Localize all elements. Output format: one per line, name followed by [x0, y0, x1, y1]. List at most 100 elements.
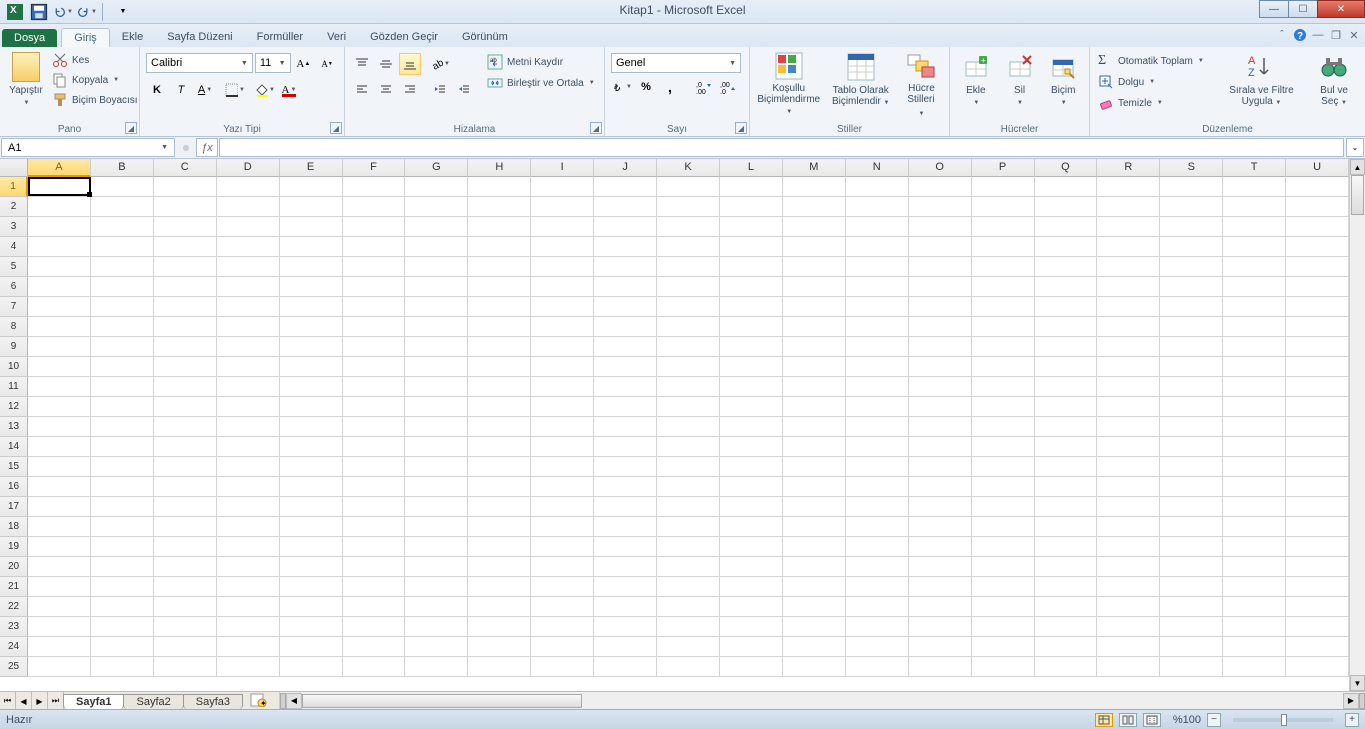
- cell[interactable]: [1286, 297, 1349, 317]
- cell[interactable]: [28, 317, 91, 337]
- cell[interactable]: [594, 217, 657, 237]
- cell[interactable]: [720, 477, 783, 497]
- cell[interactable]: [405, 177, 468, 197]
- cell[interactable]: [280, 277, 343, 297]
- column-header[interactable]: Q: [1035, 159, 1098, 177]
- cell[interactable]: [1160, 457, 1223, 477]
- cell[interactable]: [846, 237, 909, 257]
- cell[interactable]: [91, 217, 154, 237]
- cell[interactable]: [1286, 397, 1349, 417]
- cell[interactable]: [1097, 577, 1160, 597]
- cell[interactable]: [280, 437, 343, 457]
- cell[interactable]: [154, 237, 217, 257]
- cell[interactable]: [154, 197, 217, 217]
- cell[interactable]: [657, 497, 720, 517]
- cell[interactable]: [1223, 397, 1286, 417]
- underline-button[interactable]: A▼: [194, 79, 216, 101]
- cell[interactable]: [972, 537, 1035, 557]
- fill-color-button[interactable]: ▼: [254, 79, 276, 101]
- cell[interactable]: [405, 237, 468, 257]
- cell[interactable]: [28, 277, 91, 297]
- cell[interactable]: [1286, 517, 1349, 537]
- cell[interactable]: [1223, 297, 1286, 317]
- cell[interactable]: [217, 177, 280, 197]
- cell[interactable]: [1286, 337, 1349, 357]
- cell[interactable]: [972, 237, 1035, 257]
- cell[interactable]: [28, 557, 91, 577]
- cell[interactable]: [154, 537, 217, 557]
- align-center-button[interactable]: [375, 78, 397, 100]
- cell[interactable]: [468, 577, 531, 597]
- cell[interactable]: [846, 617, 909, 637]
- cell[interactable]: [909, 397, 972, 417]
- cell[interactable]: [657, 577, 720, 597]
- cell[interactable]: [531, 457, 594, 477]
- cell[interactable]: [1097, 337, 1160, 357]
- cell[interactable]: [1223, 237, 1286, 257]
- cell[interactable]: [468, 497, 531, 517]
- cell[interactable]: [783, 457, 846, 477]
- cell[interactable]: [531, 517, 594, 537]
- cell[interactable]: [154, 617, 217, 637]
- column-header[interactable]: K: [657, 159, 720, 177]
- cell[interactable]: [720, 617, 783, 637]
- normal-view-button[interactable]: [1095, 713, 1113, 727]
- accounting-format-button[interactable]: ₺▼: [611, 76, 633, 98]
- cell[interactable]: [217, 337, 280, 357]
- cell[interactable]: [972, 577, 1035, 597]
- row-header[interactable]: 4: [0, 237, 28, 257]
- row-header[interactable]: 17: [0, 497, 28, 517]
- column-header[interactable]: T: [1223, 159, 1286, 177]
- cell[interactable]: [405, 597, 468, 617]
- cell[interactable]: [1160, 337, 1223, 357]
- row-header[interactable]: 5: [0, 257, 28, 277]
- row-header[interactable]: 16: [0, 477, 28, 497]
- cell[interactable]: [217, 317, 280, 337]
- cell[interactable]: [343, 477, 406, 497]
- cell[interactable]: [405, 517, 468, 537]
- cell[interactable]: [405, 357, 468, 377]
- undo-button[interactable]: ▼: [52, 2, 74, 22]
- cell[interactable]: [531, 557, 594, 577]
- font-launcher[interactable]: ◢: [330, 122, 342, 134]
- cell[interactable]: [909, 657, 972, 677]
- cell[interactable]: [594, 357, 657, 377]
- cell[interactable]: [1097, 637, 1160, 657]
- cell[interactable]: [1097, 437, 1160, 457]
- cell[interactable]: [783, 237, 846, 257]
- cell[interactable]: [1097, 317, 1160, 337]
- cell[interactable]: [1160, 317, 1223, 337]
- cell[interactable]: [594, 497, 657, 517]
- bold-button[interactable]: K: [146, 79, 168, 101]
- workbook-minimize-icon[interactable]: —: [1311, 28, 1325, 42]
- cell[interactable]: [972, 357, 1035, 377]
- cell[interactable]: [1223, 477, 1286, 497]
- cell[interactable]: [343, 317, 406, 337]
- cell[interactable]: [280, 577, 343, 597]
- cell[interactable]: [343, 577, 406, 597]
- cell[interactable]: [783, 277, 846, 297]
- column-header[interactable]: J: [594, 159, 657, 177]
- cell[interactable]: [28, 177, 91, 197]
- cell[interactable]: [343, 197, 406, 217]
- cell[interactable]: [217, 557, 280, 577]
- cell[interactable]: [531, 657, 594, 677]
- cell[interactable]: [468, 177, 531, 197]
- cell[interactable]: [1286, 497, 1349, 517]
- cell[interactable]: [280, 657, 343, 677]
- cell-styles-button[interactable]: Hücre Stilleri ▼: [900, 49, 943, 115]
- page-break-view-button[interactable]: [1143, 713, 1161, 727]
- cell[interactable]: [1035, 357, 1098, 377]
- cell[interactable]: [972, 437, 1035, 457]
- cell[interactable]: [846, 517, 909, 537]
- cell[interactable]: [846, 377, 909, 397]
- cell[interactable]: [846, 397, 909, 417]
- cell[interactable]: [468, 617, 531, 637]
- cell[interactable]: [405, 257, 468, 277]
- cell[interactable]: [405, 297, 468, 317]
- cell[interactable]: [343, 177, 406, 197]
- sheet-tab[interactable]: Sayfa3: [183, 694, 243, 709]
- cell[interactable]: [594, 457, 657, 477]
- cell[interactable]: [1223, 637, 1286, 657]
- cell[interactable]: [1286, 637, 1349, 657]
